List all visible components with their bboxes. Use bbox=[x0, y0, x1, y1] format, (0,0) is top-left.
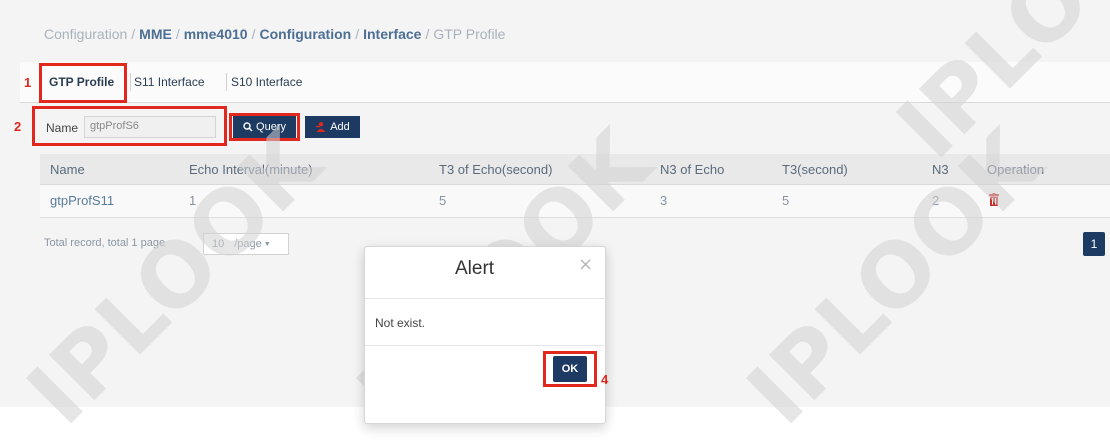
row-t3-cell: 5 bbox=[782, 193, 790, 208]
page-size-unit: /page bbox=[234, 238, 262, 250]
column-header-t3: T3(second) bbox=[782, 162, 848, 177]
breadcrumb-item-configuration-sub[interactable]: Configuration bbox=[259, 26, 351, 42]
breadcrumb-separator: / bbox=[175, 26, 180, 42]
tab-s10-interface[interactable]: S10 Interface bbox=[231, 75, 302, 89]
chevron-down-icon: ▼ bbox=[263, 240, 271, 248]
breadcrumb-item-configuration[interactable]: Configuration bbox=[44, 26, 127, 42]
pagination-summary: Total record, total 1 page bbox=[44, 237, 166, 249]
breadcrumb-item-interface[interactable]: Interface bbox=[363, 26, 421, 42]
close-icon[interactable]: × bbox=[578, 254, 593, 275]
add-button[interactable]: Add bbox=[305, 116, 360, 138]
dialog-header-divider bbox=[365, 298, 604, 299]
row-n3-cell: 2 bbox=[932, 193, 940, 208]
breadcrumb: Configuration / MME / mme4010/Configuration /… bbox=[44, 26, 505, 42]
column-header-operation: Operation bbox=[987, 162, 1045, 177]
alert-dialog-title: Alert bbox=[455, 258, 495, 279]
breadcrumb-separator: / bbox=[131, 26, 136, 42]
query-button[interactable]: Query bbox=[233, 116, 296, 138]
ok-button[interactable]: OK bbox=[553, 356, 587, 382]
page-size-value: 10 bbox=[212, 238, 225, 250]
breadcrumb-separator: / bbox=[251, 26, 256, 42]
page-size-select[interactable]: 10 /page ▼ bbox=[203, 233, 289, 255]
name-search-input[interactable]: gtpProfS6 bbox=[84, 116, 216, 138]
trash-icon[interactable] bbox=[989, 193, 999, 206]
breadcrumb-separator: / bbox=[355, 26, 360, 42]
breadcrumb-separator: / bbox=[425, 26, 430, 42]
row-n3-echo-cell: 3 bbox=[660, 193, 668, 208]
row-name-cell[interactable]: gtpProfS11 bbox=[50, 193, 114, 208]
row-echo-interval-cell: 1 bbox=[189, 193, 197, 208]
column-header-n3: N3 bbox=[932, 162, 949, 177]
add-button-label: Add bbox=[330, 121, 350, 133]
column-header-t3-echo: T3 of Echo(second) bbox=[439, 162, 553, 177]
page-button-current[interactable]: 1 bbox=[1083, 232, 1105, 256]
search-icon bbox=[243, 122, 253, 132]
table-row bbox=[40, 185, 1110, 218]
step-number-1: 1 bbox=[24, 75, 32, 90]
column-header-n3-echo: N3 of Echo bbox=[660, 162, 725, 177]
column-header-echo-interval: Echo Interval(minute) bbox=[189, 162, 313, 177]
tab-divider bbox=[226, 73, 227, 91]
query-button-label: Query bbox=[256, 121, 286, 133]
column-header-name: Name bbox=[50, 162, 85, 177]
breadcrumb-item-mme4010[interactable]: mme4010 bbox=[184, 26, 248, 42]
step-number-2: 2 bbox=[14, 119, 22, 134]
dialog-footer-divider bbox=[365, 345, 604, 346]
alert-dialog-message: Not exist. bbox=[375, 316, 426, 330]
step-number-4: 4 bbox=[601, 372, 609, 387]
row-t3-echo-cell: 5 bbox=[439, 193, 447, 208]
breadcrumb-item-current: GTP Profile bbox=[433, 26, 506, 42]
add-user-icon bbox=[316, 122, 326, 132]
breadcrumb-item-mme[interactable]: MME bbox=[139, 26, 172, 42]
highlight-box-gtp-profile-tab bbox=[39, 63, 127, 103]
name-field-label: Name bbox=[46, 121, 79, 135]
tab-divider bbox=[130, 73, 131, 91]
tab-s11-interface[interactable]: S11 Interface bbox=[134, 75, 205, 89]
